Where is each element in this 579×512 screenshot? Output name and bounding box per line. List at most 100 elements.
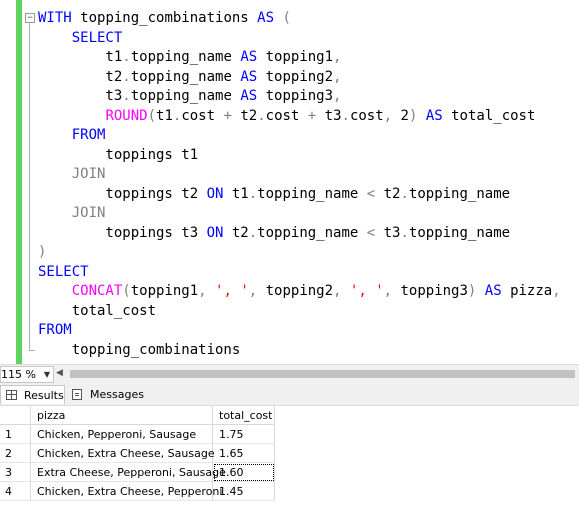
code-token: topping_name (408, 185, 511, 202)
table-cell-pizza[interactable]: Chicken, Pepperoni, Sausage (31, 425, 213, 444)
code-line: FROM (38, 126, 106, 145)
code-token: t2 (383, 185, 401, 202)
code-line: JOIN (38, 165, 106, 184)
table-cell-total-cost[interactable]: 1.65 (213, 444, 275, 463)
code-token: ( (147, 107, 157, 124)
code-token: topping1 (265, 49, 334, 65)
code-token: ( (282, 10, 291, 26)
code-token: ROUND (105, 107, 148, 124)
tab-results[interactable]: Results (0, 385, 65, 404)
code-token: AS (425, 107, 452, 124)
code-token: , (198, 283, 216, 299)
outline-guide-end (29, 350, 35, 351)
code-line: SELECT (38, 263, 89, 282)
code-token: ( (122, 283, 131, 299)
column-header-pizza[interactable]: pizza (31, 406, 213, 425)
editor-margin (0, 0, 16, 364)
column-header-total-cost[interactable]: total_cost (213, 406, 275, 425)
code-token: toppings t3 (38, 224, 207, 241)
code-token: topping3 (265, 88, 334, 104)
code-line: topping_combinations (38, 341, 241, 360)
code-token: FROM (38, 322, 72, 338)
code-token: , (333, 88, 342, 104)
code-line: WITH topping_combinations AS ( (38, 9, 291, 28)
code-token: topping2 (265, 68, 334, 85)
code-line: toppings t1 (38, 146, 198, 165)
code-token: cost (265, 107, 308, 124)
code-token: t2 (240, 107, 258, 124)
code-token: . (248, 224, 258, 241)
code-token: AS (240, 88, 266, 104)
code-line: FROM (38, 321, 72, 340)
code-token: 2 (400, 107, 409, 124)
messages-icon (72, 389, 82, 400)
code-token: ', ' (215, 283, 249, 299)
code-line: toppings t3 ON t2.topping_name < t3.topp… (38, 224, 510, 243)
results-grid[interactable]: pizza total_cost 1 Chicken, Pepperoni, S… (0, 406, 579, 512)
row-number[interactable]: 4 (0, 482, 31, 501)
code-line: t1.topping_name AS topping1, (38, 48, 341, 67)
code-token: toppings t2 (38, 185, 207, 202)
zoom-level: 115 % (1, 368, 36, 381)
code-token: , (333, 49, 342, 65)
collapse-icon[interactable]: − (25, 13, 35, 23)
code-token: . (400, 185, 409, 202)
zoom-dropdown[interactable]: 115 % ▼ (0, 366, 54, 383)
code-token: topping_name (130, 68, 241, 85)
code-token: topping1 (130, 283, 199, 299)
code-token: t2 (231, 224, 249, 241)
code-token: t2 (38, 68, 123, 85)
code-token: , (248, 283, 266, 299)
tab-results-label: Results (24, 389, 64, 402)
code-token: CONCAT (71, 283, 123, 299)
chevron-down-icon: ▼ (43, 370, 50, 379)
row-header-corner[interactable] (0, 406, 31, 425)
query-editor[interactable]: − WITH topping_combinations AS ( SELECT … (0, 0, 579, 364)
code-token: + (307, 107, 325, 124)
code-token: ON (206, 185, 232, 202)
table-cell-total-cost[interactable]: 1.45 (213, 482, 275, 501)
code-token: topping_name (257, 185, 367, 202)
table-cell-pizza[interactable]: Chicken, Extra Cheese, Sausage (31, 444, 215, 463)
code-line: ) (38, 243, 46, 262)
code-token: total_cost (38, 302, 157, 319)
code-token: t3 (324, 107, 342, 124)
code-token: FROM (71, 127, 106, 143)
table-cell-pizza[interactable]: Chicken, Extra Cheese, Pepperoni (31, 482, 222, 501)
grid-icon (6, 390, 17, 400)
tab-messages[interactable]: Messages (67, 385, 145, 404)
row-number[interactable]: 1 (0, 425, 31, 444)
code-token: AS (484, 283, 511, 299)
code-token: < (366, 185, 384, 202)
code-token: cost (349, 107, 384, 124)
scrollbar-thumb[interactable] (70, 370, 575, 378)
horizontal-scrollbar[interactable]: ◀ (56, 368, 576, 379)
scroll-left-icon[interactable]: ◀ (56, 368, 63, 379)
row-number[interactable]: 2 (0, 444, 31, 463)
code-line: t2.topping_name AS topping2, (38, 68, 341, 87)
code-token: , (333, 283, 350, 299)
table-cell-total-cost[interactable]: 1.75 (213, 425, 275, 444)
code-token: ', ' (349, 283, 384, 299)
table-cell-total-cost-selected[interactable]: 1.60 (213, 463, 275, 482)
code-token: topping_name (408, 224, 511, 241)
code-token: AS (240, 68, 266, 85)
table-cell-pizza[interactable]: Extra Cheese, Pepperoni, Sausage (31, 463, 226, 482)
code-token: topping2 (265, 283, 334, 299)
code-token: topping_name (130, 88, 241, 104)
code-token: topping_name (130, 49, 241, 65)
row-number[interactable]: 3 (0, 463, 31, 482)
code-token: topping3 (400, 283, 468, 299)
code-line: t3.topping_name AS topping3, (38, 87, 341, 106)
code-token: cost (181, 107, 224, 124)
code-token: t3 (383, 224, 401, 241)
code-line: JOIN (38, 204, 106, 223)
code-token: toppings t1 (38, 146, 199, 163)
code-token: t3 (38, 88, 123, 104)
code-token: , (333, 68, 342, 85)
code-token: . (122, 88, 131, 104)
code-token: ON (206, 224, 232, 241)
code-token: AS (257, 10, 283, 26)
